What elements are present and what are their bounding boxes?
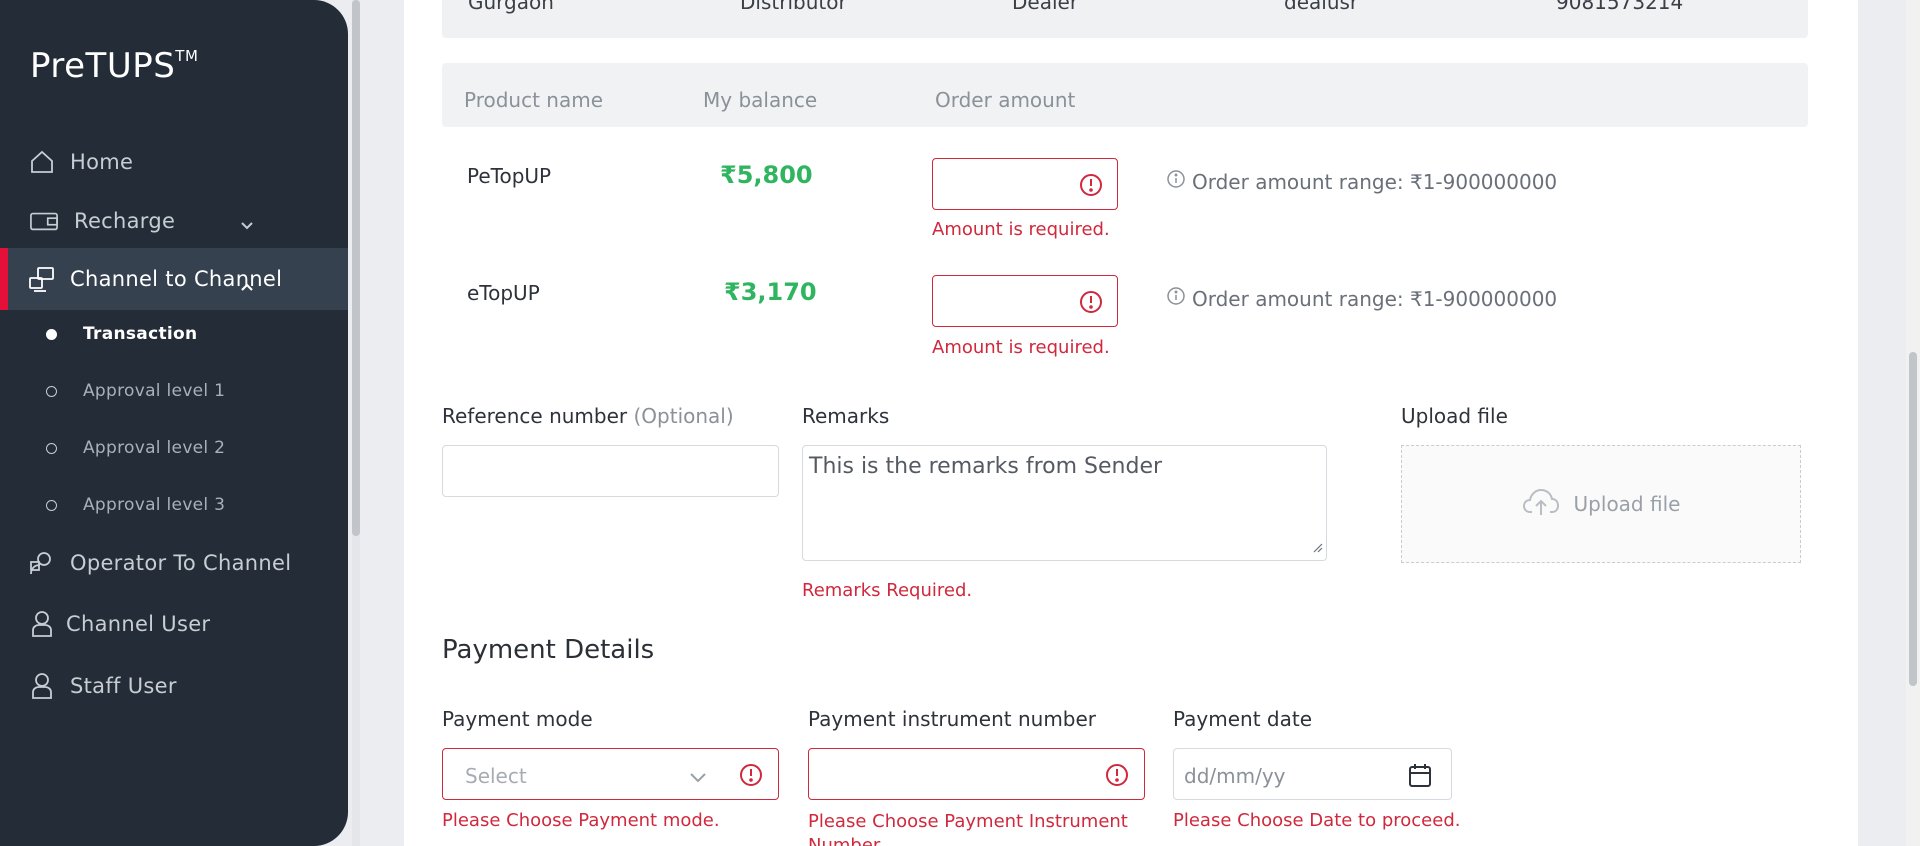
remarks-textarea[interactable]: This is the remarks from Sender xyxy=(802,445,1327,561)
column-header: Order amount xyxy=(935,88,1076,112)
table-cell: Dealer xyxy=(1012,0,1079,14)
brand-logo[interactable]: PreTUPSTM xyxy=(30,46,198,86)
active-indicator xyxy=(0,248,8,310)
bullet-icon xyxy=(46,385,57,397)
product-balance: ₹5,800 xyxy=(720,161,813,189)
payment-date-placeholder: dd/mm/yy xyxy=(1184,764,1286,788)
cloud-upload-icon xyxy=(1522,487,1560,522)
error-icon xyxy=(1105,763,1129,791)
sidebar-scrollbar-thumb[interactable] xyxy=(352,0,360,536)
bullet-icon xyxy=(46,442,57,454)
payment-details-title: Payment Details xyxy=(442,635,655,665)
table-cell: Gurgaon xyxy=(468,0,554,14)
sidebar-item-channel-user[interactable]: Channel User xyxy=(0,599,348,649)
sidebar-subitem-label: Approval level 3 xyxy=(83,495,226,515)
sidebar-item-channel-to-channel[interactable]: Channel to Channel xyxy=(0,248,348,310)
payment-date-error: Please Choose Date to proceed. xyxy=(1173,810,1461,831)
error-icon xyxy=(1079,290,1103,318)
payment-mode-error: Please Choose Payment mode. xyxy=(442,810,720,831)
product-balance: ₹3,170 xyxy=(724,278,817,306)
product-name: eTopUP xyxy=(467,281,540,305)
info-icon xyxy=(1166,169,1186,194)
info-icon xyxy=(1166,286,1186,311)
reference-label-text: Reference number xyxy=(442,404,628,428)
resize-handle-icon[interactable] xyxy=(1311,538,1323,557)
payment-instrument-error: Please Choose Payment Instrument Number xyxy=(808,811,1128,846)
chevron-up-icon[interactable] xyxy=(240,273,254,297)
sidebar-item-label: Staff User xyxy=(70,674,177,698)
order-amount-error: Amount is required. xyxy=(932,337,1110,358)
order-amount-input[interactable] xyxy=(932,275,1118,327)
user-icon xyxy=(28,672,56,700)
error-icon xyxy=(739,763,763,791)
chevron-down-icon xyxy=(689,769,707,788)
reference-number-input[interactable] xyxy=(442,445,779,497)
chevron-down-icon[interactable] xyxy=(240,212,254,236)
sidebar-item-label: Home xyxy=(70,150,134,174)
remarks-label: Remarks xyxy=(802,404,890,428)
calendar-icon[interactable] xyxy=(1408,762,1432,792)
column-header: Product name xyxy=(464,88,604,112)
home-icon xyxy=(28,148,56,176)
payment-date-label: Payment date xyxy=(1173,707,1313,731)
reference-label: Reference number (Optional) xyxy=(442,404,734,428)
order-range-text: Order amount range: ₹1-900000000 xyxy=(1192,169,1558,194)
sidebar-scrollbar[interactable] xyxy=(352,0,360,846)
sidebar-item-label: Channel User xyxy=(66,612,211,636)
sidebar-item-staff-user[interactable]: Staff User xyxy=(0,661,348,711)
bullet-icon xyxy=(46,328,57,340)
brand-name: PreTUPS xyxy=(30,46,176,86)
error-icon xyxy=(1079,173,1103,201)
sidebar-item-home[interactable]: Home xyxy=(0,137,348,187)
table-cell: Distributor xyxy=(740,0,847,14)
sidebar-subitem-approval-1[interactable]: Approval level 1 xyxy=(0,371,348,411)
order-range-text: Order amount range: ₹1-900000000 xyxy=(1192,286,1558,311)
payment-date-input[interactable]: dd/mm/yy xyxy=(1173,748,1452,800)
sidebar-subitem-label: Transaction xyxy=(83,324,198,344)
upload-file-button-label: Upload file xyxy=(1573,492,1681,516)
table-cell: 9081573214 xyxy=(1556,0,1684,14)
sidebar-subitem-transaction[interactable]: Transaction xyxy=(0,314,348,354)
main-card: Gurgaon Distributor Dealer dealusr 90815… xyxy=(404,0,1858,846)
table-row: Gurgaon Distributor Dealer dealusr 90815… xyxy=(442,0,1808,38)
remarks-value: This is the remarks from Sender xyxy=(809,454,1163,479)
payment-instrument-input[interactable] xyxy=(808,748,1145,800)
column-header: My balance xyxy=(703,88,818,112)
sidebar: PreTUPSTM Home Recharge Channel to Chann… xyxy=(0,0,348,846)
wallet-icon xyxy=(30,207,58,235)
payment-instrument-label: Payment instrument number xyxy=(808,707,1097,731)
order-amount-error: Amount is required. xyxy=(932,219,1110,240)
sidebar-item-recharge[interactable]: Recharge xyxy=(0,196,348,246)
payment-mode-placeholder: Select xyxy=(465,764,527,788)
upload-file-dropzone[interactable]: Upload file xyxy=(1401,445,1801,563)
sidebar-item-label: Recharge xyxy=(74,209,176,233)
sidebar-subitem-label: Approval level 2 xyxy=(83,438,226,458)
remarks-error: Remarks Required. xyxy=(802,580,973,601)
sidebar-item-operator-to-channel[interactable]: Operator To Channel xyxy=(0,538,348,588)
user-icon xyxy=(28,610,56,638)
channel-transfer-icon xyxy=(28,265,56,293)
sidebar-subitem-approval-3[interactable]: Approval level 3 xyxy=(0,485,348,525)
table-cell: dealusr xyxy=(1284,0,1359,14)
sidebar-subitem-label: Approval level 1 xyxy=(83,381,226,401)
page-scrollbar-thumb[interactable] xyxy=(1909,352,1917,686)
order-range-info: Order amount range: ₹1-900000000 xyxy=(1166,286,1557,311)
operator-channel-icon xyxy=(28,549,56,577)
brand-tm: TM xyxy=(175,46,199,65)
order-amount-input[interactable] xyxy=(932,158,1118,210)
payment-mode-label: Payment mode xyxy=(442,707,593,731)
bullet-icon xyxy=(46,499,57,511)
sidebar-subitem-approval-2[interactable]: Approval level 2 xyxy=(0,428,348,468)
page-scrollbar[interactable] xyxy=(1906,0,1920,846)
product-name: PeTopUP xyxy=(467,164,552,188)
optional-hint: (Optional) xyxy=(633,404,734,428)
payment-mode-select[interactable]: Select xyxy=(442,748,779,800)
product-table-header: Product name My balance Order amount xyxy=(442,63,1808,127)
sidebar-item-label: Operator To Channel xyxy=(70,551,292,575)
order-range-info: Order amount range: ₹1-900000000 xyxy=(1166,169,1557,194)
upload-label: Upload file xyxy=(1401,404,1508,428)
